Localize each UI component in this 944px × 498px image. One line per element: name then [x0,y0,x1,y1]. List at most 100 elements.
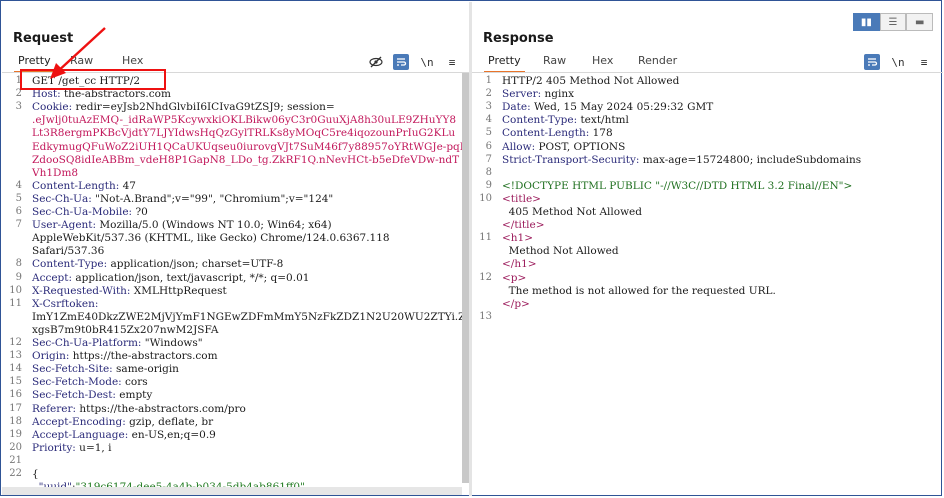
code-line: Accept: application/json, text/javascrip… [32,272,309,284]
code-line: X-Requested-With: XMLHttpRequest [32,285,227,297]
header-value: <title> [502,192,541,205]
request-horizontal-scrollbar[interactable] [2,487,462,495]
line-number: 3 [15,101,22,113]
header-name: Sec-Fetch-Site: [32,363,113,376]
header-value: 47 [119,179,136,192]
response-tab-hex[interactable]: Hex [592,54,613,67]
code-line: Date: Wed, 15 May 2024 05:29:32 GMT [502,101,713,113]
code-line: Content-Length: 178 [502,127,613,139]
hide-eye-icon[interactable] [368,54,384,70]
header-name: Referer: [32,402,77,415]
header-value: </h1> [502,258,537,271]
header-value: "Windows" [141,337,203,349]
code-line: Strict-Transport-Security: max-age=15724… [502,154,861,166]
code-line: Sec-Fetch-Site: same-origin [32,363,179,375]
newline-toggle-icon[interactable]: \n [419,54,435,70]
line-number: 4 [15,179,22,191]
header-value: cors [121,376,148,389]
line-number: 2 [485,88,492,100]
header-name: Origin: [32,350,70,363]
code-line: Sec-Ch-Ua: "Not-A.Brand";v="99", "Chromi… [32,193,333,205]
line-number: 21 [9,454,22,466]
line-number: 5 [485,127,492,139]
code-line: Priority: u=1, i [32,442,111,454]
header-name: Accept-Encoding: [32,415,126,428]
code-line: AppleWebKit/537.36 (KHTML, like Gecko) C… [32,232,390,244]
header-name: Content-Type: [502,114,578,127]
code-line: HTTP/2 405 Method Not Allowed [502,75,679,87]
response-tab-render[interactable]: Render [638,54,677,67]
request-vertical-scrollbar[interactable] [462,73,469,483]
code-line: ImY1ZmE40DkzZWE2MjVjYmF1NGEwZDFmMmY5NzFk… [32,311,469,323]
header-name: Content-Type: [32,258,108,271]
code-line: { [32,468,39,480]
request-tab-hex[interactable]: Hex [122,54,143,67]
header-name: HTTP/2 405 Method Not Allowed [502,75,680,87]
line-number: 10 [9,284,22,296]
menu-icon[interactable]: ≡ [444,54,460,70]
code-line: Sec-Ch-Ua-Mobile: ?0 [32,206,148,218]
response-tab-raw[interactable]: Raw [543,54,566,67]
header-value: Mozilla/5.0 (Windows NT 10.0; Win64; x64… [96,219,332,232]
response-tab-pretty[interactable]: Pretty [484,54,525,73]
line-number: 1 [15,75,22,86]
line-number: 2 [15,88,22,100]
header-name: Server: [502,88,542,101]
header-name: Sec-Ch-Ua-Mobile: [32,206,133,218]
header-value: nginx [541,88,575,101]
header-value: same-origin [112,363,179,376]
code-line: </title> [502,219,545,231]
line-number: 3 [485,101,492,113]
line-number: 11 [479,232,492,244]
request-editor[interactable]: 1 GET /get_cc HTTP/2 2 Host: the-abstractor… [2,73,469,497]
header-value: The method is not allowed for the reques… [502,284,776,297]
split-horizontal-icon[interactable]: ▮▮ [853,13,880,31]
header-name: User-Agent: [32,219,97,232]
line-number: 6 [15,206,22,217]
header-value: text/html [577,114,629,127]
header-value: u=1, i [75,441,112,454]
header-name: Date: [502,101,531,114]
wrap-lines-icon[interactable] [864,54,880,70]
line-number: 6 [485,140,492,152]
header-value: "Not-A.Brand";v="99", "Chromium";v="124" [91,192,334,205]
header-value: 178 [589,127,613,140]
header-name: Sec-Ch-Ua: [32,192,92,205]
header-value: redir=eyJsb2NhdGlvbiI6ICIvaG9tZSJ9; sess… [72,101,335,114]
line-number: 10 [479,192,492,204]
line-number: 19 [9,428,22,440]
line-number: 7 [15,219,22,231]
line-number: 16 [9,389,22,401]
code-line: Content-Type: application/json; charset=… [32,258,283,270]
header-value: empty [115,389,153,402]
header-value: Safari/537.36 [32,245,105,258]
code-line: 405 Method Not Allowed [502,206,642,218]
header-value: ZdooSQ8idIeABBm_vdeH8P1GapN8_LDo_tg.ZkRF… [32,153,460,166]
header-value: <p> [502,271,527,284]
line-number: 14 [9,363,22,375]
single-pane-icon[interactable]: ▬ [906,13,934,31]
line-number: 4 [485,114,492,126]
header-value: https://the-abstractors.com [69,350,218,363]
code-line: <!DOCTYPE HTML PUBLIC "-//W3C//DTD HTML … [502,180,852,192]
header-value: en-US,en;q=0.9 [128,428,216,441]
line-number: 8 [15,258,22,270]
code-line: Cookie: redir=eyJsb2NhdGlvbiI6ICIvaG9tZS… [32,101,335,113]
header-name: Accept-Language: [32,428,129,441]
header-value: ?0 [132,206,148,218]
menu-icon[interactable]: ≡ [916,54,932,70]
wrap-lines-icon[interactable] [393,54,409,70]
line-number: 13 [9,350,22,362]
newline-toggle-icon[interactable]: \n [890,54,906,70]
response-editor[interactable]: 1 HTTP/2 405 Method Not Allowed 2 Server: n… [472,73,943,497]
code-line: <h1> [502,232,533,244]
line-number: 15 [9,376,22,388]
code-line: Accept-Language: en-US,en;q=0.9 [32,429,216,441]
header-value: max-age=15724800; includeSubdomains [639,153,862,166]
header-value: <!DOCTYPE HTML PUBLIC "-//W3C//DTD HTML … [502,179,853,192]
code-line: ZdooSQ8idIeABBm_vdeH8P1GapN8_LDo_tg.ZkRF… [32,154,459,166]
line-number: 12 [479,271,492,283]
split-vertical-icon[interactable]: ☰ [879,13,907,31]
code-line: EdkymugQFuWoZ2iUH1QCaUKUqseu0iurovgVJt7S… [32,141,467,153]
line-number: 9 [15,271,22,283]
